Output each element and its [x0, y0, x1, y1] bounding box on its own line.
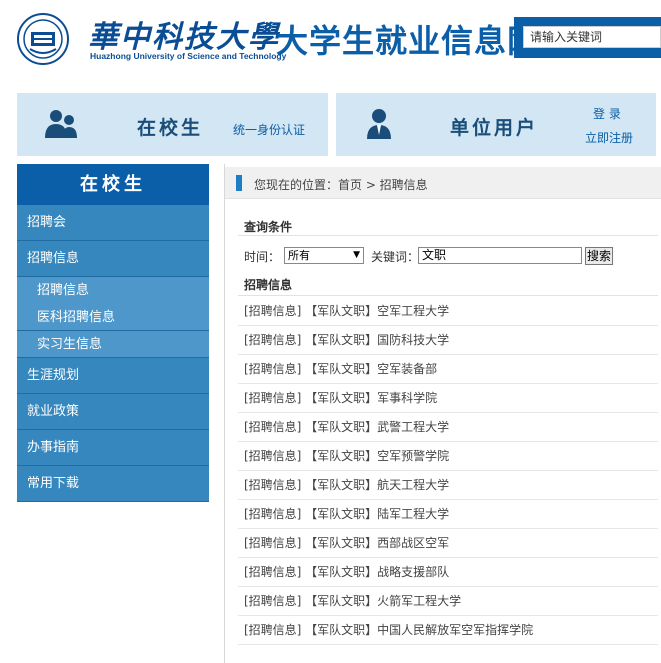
list-item[interactable]: [招聘信息] 【军队文职】国防科技大学 — [238, 326, 658, 355]
time-select-value: 所有 — [288, 249, 310, 262]
main-content: 您现在的位置：首页 > 招聘信息 查询条件 时间： 所有 ▼ 关键词： 文职 搜… — [224, 164, 661, 663]
search-button[interactable]: 搜索 — [585, 247, 613, 265]
company-login-panel: 单位用户 登 录 立即注册 — [336, 93, 656, 156]
list-item[interactable]: [招聘信息] 【军队文职】军事科学院 — [238, 384, 658, 413]
student-panel-title: 在校生 — [137, 117, 204, 139]
students-icon — [45, 110, 77, 138]
breadcrumb-bar: 您现在的位置：首页 > 招聘信息 — [225, 167, 661, 199]
query-divider — [238, 235, 658, 236]
job-list: [招聘信息] 【军队文职】空军工程大学 [招聘信息] 【军队文职】国防科技大学 … — [238, 297, 658, 645]
list-item[interactable]: [招聘信息] 【军队文职】空军工程大学 — [238, 297, 658, 326]
keyword-label: 关键词： — [371, 250, 420, 264]
site-title: 大学生就业信息网 — [276, 22, 541, 60]
breadcrumb-marker-icon — [236, 175, 242, 191]
list-item[interactable]: [招聘信息] 【军队文职】武警工程大学 — [238, 413, 658, 442]
list-item[interactable]: [招聘信息] 【军队文职】航天工程大学 — [238, 471, 658, 500]
list-item[interactable]: [招聘信息] 【军队文职】空军装备部 — [238, 355, 658, 384]
sidebar: 在校生 招聘会 招聘信息 招聘信息 医科招聘信息 实习生信息 生涯规划 就业政策… — [17, 164, 209, 502]
sidebar-sub-internship[interactable]: 实习生信息 — [17, 331, 209, 358]
list-item[interactable]: [招聘信息] 【军队文职】中国人民解放军空军指挥学院 — [238, 616, 658, 645]
university-name-cn[interactable]: 華中科技大學 — [88, 12, 280, 56]
sidebar-sub-recruitment-info[interactable]: 招聘信息 — [17, 277, 209, 304]
list-item[interactable]: [招聘信息] 【军队文职】战略支援部队 — [238, 558, 658, 587]
sidebar-item-recruitment[interactable]: 招聘信息 — [17, 241, 209, 277]
business-user-icon — [367, 109, 391, 139]
list-item[interactable]: [招聘信息] 【军队文职】西部战区空军 — [238, 529, 658, 558]
sidebar-item-guide[interactable]: 办事指南 — [17, 430, 209, 466]
search-input[interactable]: 请输入关键词 — [523, 26, 661, 48]
sidebar-item-career-planning[interactable]: 生涯规划 — [17, 358, 209, 394]
breadcrumb: 您现在的位置：首页 > 招聘信息 — [254, 178, 428, 192]
site-header: 華中科技大學 Huazhong University of Science an… — [0, 0, 661, 80]
query-title: 查询条件 — [244, 220, 293, 234]
list-item[interactable]: [招聘信息] 【军队文职】火箭军工程大学 — [238, 587, 658, 616]
time-select[interactable]: 所有 ▼ — [284, 247, 364, 264]
sidebar-item-job-fair[interactable]: 招聘会 — [17, 205, 209, 241]
dropdown-arrow-icon: ▼ — [353, 250, 360, 260]
university-emblem-icon[interactable] — [17, 13, 69, 65]
sidebar-sub-medical-recruitment[interactable]: 医科招聘信息 — [17, 304, 209, 331]
sidebar-item-downloads[interactable]: 常用下载 — [17, 466, 209, 502]
list-divider — [238, 295, 658, 296]
sidebar-item-employment-policy[interactable]: 就业政策 — [17, 394, 209, 430]
login-link[interactable]: 登 录 — [593, 105, 621, 122]
sidebar-heading: 在校生 — [17, 164, 209, 205]
list-title: 招聘信息 — [244, 278, 293, 292]
time-label: 时间： — [244, 250, 281, 264]
student-login-panel: 在校生 统一身份认证 — [17, 93, 328, 156]
list-item[interactable]: [招聘信息] 【军队文职】陆军工程大学 — [238, 500, 658, 529]
unified-auth-link[interactable]: 统一身份认证 — [233, 121, 305, 138]
list-item[interactable]: [招聘信息] 【军队文职】空军预警学院 — [238, 442, 658, 471]
register-link[interactable]: 立即注册 — [585, 129, 633, 146]
university-name-en: Huazhong University of Science and Techn… — [90, 51, 287, 61]
company-panel-title: 单位用户 — [450, 117, 539, 139]
keyword-input[interactable]: 文职 — [418, 247, 582, 264]
search-box: 请输入关键词 — [514, 17, 661, 58]
